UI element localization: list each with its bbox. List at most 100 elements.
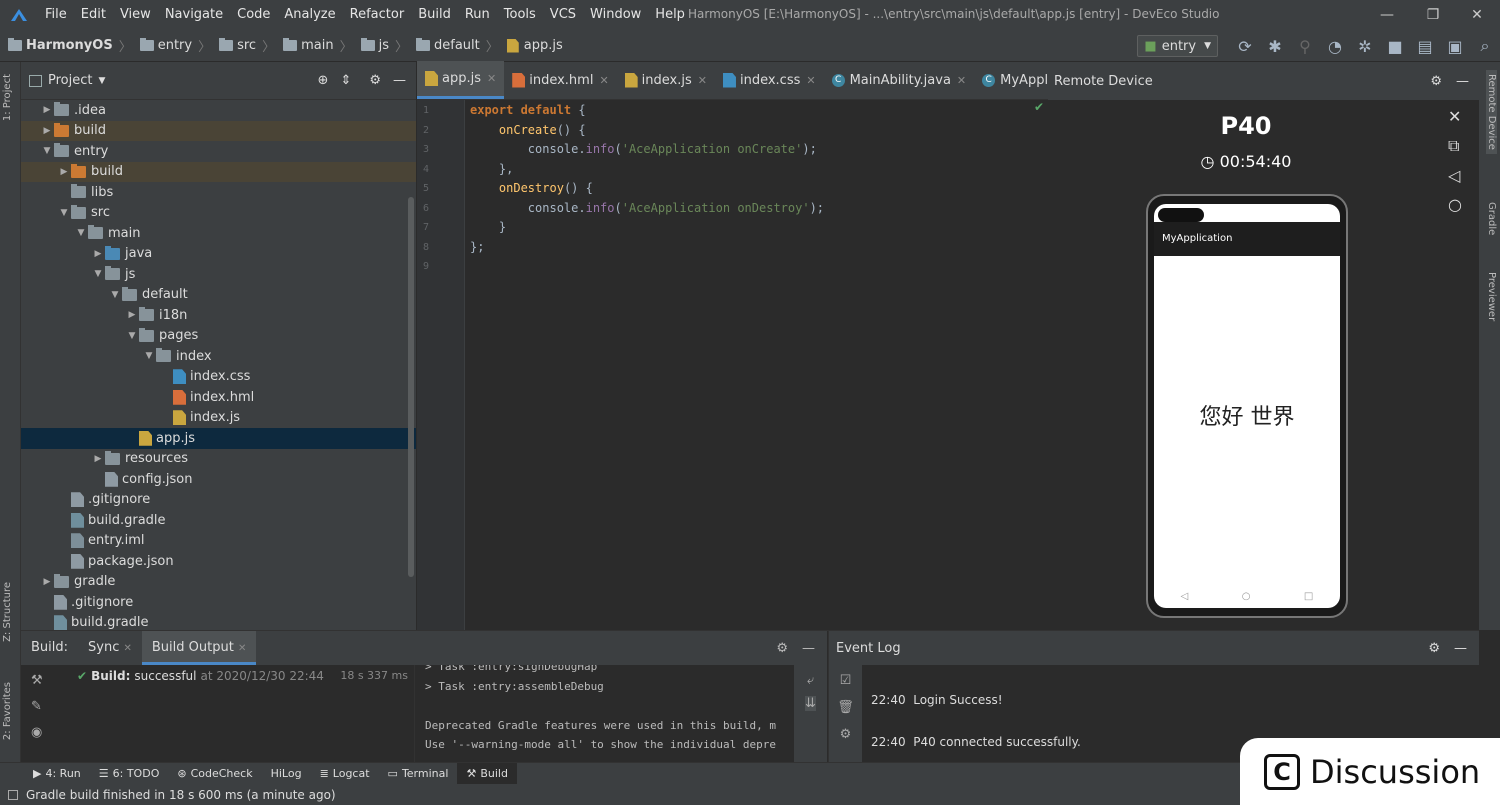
menu-run[interactable]: Run <box>458 0 497 30</box>
eye-icon[interactable]: ◉ <box>31 725 42 740</box>
tree-item[interactable]: .gitignore <box>21 592 416 613</box>
profile-icon[interactable]: ◔ <box>1320 30 1350 62</box>
tool-window-codecheck[interactable]: ⊛ CodeCheck <box>168 763 261 785</box>
discussion-badge[interactable]: C Discussion <box>1240 738 1500 805</box>
close-tab-icon[interactable]: ✕ <box>698 74 707 87</box>
gear-icon[interactable]: ⚙ <box>1428 641 1440 656</box>
tree-item[interactable]: index.hml <box>21 387 416 408</box>
collapsed-arrow-icon[interactable]: ▶ <box>91 454 105 464</box>
tree-item[interactable]: ▼ main <box>21 223 416 244</box>
collapsed-arrow-icon[interactable]: ▶ <box>40 577 54 587</box>
tool-window-logcat[interactable]: ≣ Logcat <box>311 763 379 785</box>
close-tab-icon[interactable]: ✕ <box>957 74 966 87</box>
tree-item[interactable]: ▶ i18n <box>21 305 416 326</box>
pin-icon[interactable]: ✎ <box>31 699 42 714</box>
breadcrumb-item[interactable]: js 〉 <box>360 36 408 55</box>
rotate-icon[interactable]: ⧉ <box>1448 136 1462 156</box>
tool-window-terminal[interactable]: ▭ Terminal <box>379 763 458 785</box>
code-line[interactable]: console.info('AceApplication onCreate'); <box>470 140 817 160</box>
menu-analyze[interactable]: Analyze <box>277 0 342 30</box>
gear-icon[interactable]: ⚙ <box>1430 74 1442 89</box>
editor-tab[interactable]: C MainAbility.java ✕ <box>824 61 975 99</box>
tab-favorites[interactable]: 2: Favorites <box>2 682 13 740</box>
tree-item[interactable]: package.json <box>21 551 416 572</box>
menu-refactor[interactable]: Refactor <box>343 0 412 30</box>
code-line[interactable]: }; <box>470 238 484 258</box>
tree-item[interactable]: ▶ build <box>21 120 416 141</box>
collapse-all-icon[interactable]: ⇕ <box>340 73 351 88</box>
expanded-arrow-icon[interactable]: ▼ <box>142 351 156 361</box>
collapsed-arrow-icon[interactable]: ▶ <box>91 249 105 259</box>
trash-icon[interactable]: 🗑 <box>837 700 854 715</box>
expanded-arrow-icon[interactable]: ▼ <box>40 146 54 156</box>
menu-file[interactable]: File <box>38 0 74 30</box>
breadcrumb-item[interactable]: main 〉 <box>283 36 353 55</box>
code-line[interactable]: export default { <box>470 101 586 121</box>
home-icon[interactable]: ○ <box>1448 195 1462 214</box>
recents-icon[interactable]: □ <box>1304 591 1313 602</box>
build-output[interactable]: > Task :entry:signDebugHap > Task :entry:… <box>414 665 794 763</box>
tree-item[interactable]: libs <box>21 182 416 203</box>
tree-item[interactable]: .gitignore <box>21 490 416 511</box>
hide-panel-icon[interactable]: — <box>1454 641 1467 656</box>
status-toggle-icon[interactable] <box>8 789 18 800</box>
expanded-arrow-icon[interactable]: ▼ <box>57 208 71 218</box>
menu-code[interactable]: Code <box>230 0 277 30</box>
tab-build-output[interactable]: Build Output ✕ <box>141 631 257 665</box>
tree-item[interactable]: app.js <box>21 428 416 449</box>
tree-item[interactable]: ▼ js <box>21 264 416 285</box>
tool-window-build[interactable]: ⚒ Build <box>457 762 517 785</box>
collapsed-arrow-icon[interactable]: ▶ <box>40 105 54 115</box>
tab-structure[interactable]: Z: Structure <box>2 582 13 642</box>
code-line[interactable]: }, <box>470 160 513 180</box>
expanded-arrow-icon[interactable]: ▼ <box>108 290 122 300</box>
close-tab-icon[interactable]: ✕ <box>806 74 815 87</box>
project-structure-icon[interactable]: ▤ <box>1410 30 1440 62</box>
expanded-arrow-icon[interactable]: ▼ <box>91 269 105 279</box>
menu-tools[interactable]: Tools <box>497 0 543 30</box>
mark-read-icon[interactable]: ☑ <box>840 673 852 688</box>
search-icon[interactable]: ⌕ <box>1470 30 1500 62</box>
gear-icon[interactable]: ⚙ <box>369 73 381 88</box>
expanded-arrow-icon[interactable]: ▼ <box>74 228 88 238</box>
hide-panel-icon[interactable]: — <box>802 641 815 656</box>
project-panel-title[interactable]: Project <box>48 73 92 88</box>
breadcrumb-item[interactable]: app.js <box>506 36 563 55</box>
tree-item[interactable]: ▶ gradle <box>21 572 416 593</box>
tree-item[interactable]: ▶ resources <box>21 449 416 470</box>
code-line[interactable]: onCreate() { <box>470 121 586 141</box>
hammer-icon[interactable]: ⚒ <box>31 673 43 688</box>
stop-icon[interactable]: ■ <box>1380 30 1410 62</box>
menu-vcs[interactable]: VCS <box>543 0 583 30</box>
tree-item[interactable]: build.gradle <box>21 510 416 531</box>
editor-tab[interactable]: index.js ✕ <box>617 61 715 99</box>
tree-item[interactable]: ▶ java <box>21 244 416 265</box>
editor-tab[interactable]: index.css ✕ <box>715 61 824 99</box>
collapsed-arrow-icon[interactable]: ▶ <box>125 310 139 320</box>
debug-icon[interactable]: ✱ <box>1260 30 1290 62</box>
close-icon[interactable]: ✕ <box>1448 107 1462 126</box>
tool-window-run[interactable]: ▶ 4: Run <box>24 763 90 785</box>
tree-item[interactable]: config.json <box>21 469 416 490</box>
close-tab-icon[interactable]: ✕ <box>487 72 496 85</box>
tab-previewer[interactable]: Previewer <box>1486 272 1497 321</box>
breadcrumb-item[interactable]: HarmonyOS 〉 <box>8 36 132 55</box>
project-scrollbar[interactable] <box>408 197 414 577</box>
minimize-icon[interactable]: — <box>1364 0 1410 30</box>
menu-navigate[interactable]: Navigate <box>158 0 230 30</box>
editor-tab[interactable]: index.hml ✕ <box>504 61 616 99</box>
tab-sync[interactable]: Sync ✕ <box>78 631 142 665</box>
locate-icon[interactable]: ⊕ <box>318 73 329 88</box>
tool-window-todo[interactable]: ☰ 6: TODO <box>90 763 169 785</box>
back-icon[interactable]: ◁ <box>1448 166 1462 185</box>
tree-item[interactable]: ▶ .idea <box>21 100 416 121</box>
tool-window-hilog[interactable]: HiLog <box>262 763 311 785</box>
tree-item[interactable]: ▼ pages <box>21 326 416 347</box>
hide-panel-icon[interactable]: — <box>1456 74 1469 89</box>
hide-panel-icon[interactable]: — <box>393 73 406 88</box>
tab-gradle[interactable]: Gradle <box>1486 202 1497 235</box>
code-line[interactable]: onDestroy() { <box>470 179 593 199</box>
menu-view[interactable]: View <box>113 0 158 30</box>
refresh-icon[interactable]: ⟳ <box>1230 30 1260 62</box>
editor-tab[interactable]: C MyAppl <box>974 61 1056 99</box>
